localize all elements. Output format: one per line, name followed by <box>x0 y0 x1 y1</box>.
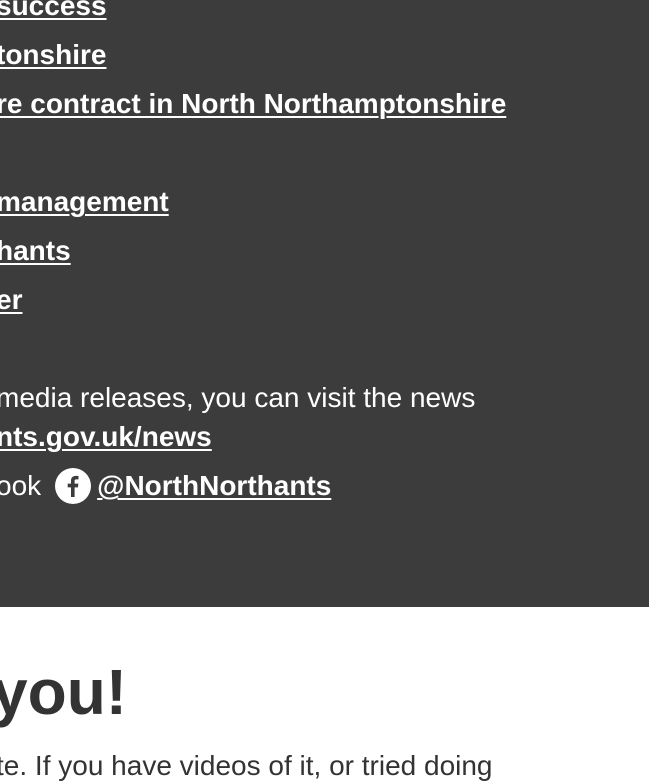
news-link-management[interactable]: management <box>0 184 169 220</box>
news-link-success[interactable]: success <box>0 0 107 24</box>
news-link-hants[interactable]: hants <box>0 233 71 269</box>
facebook-row: ook @NorthNorthants <box>0 467 331 506</box>
section-paragraph: te. If you have videos of it, or tried d… <box>0 750 493 781</box>
facebook-intro-text: ook <box>0 470 42 501</box>
facebook-icon <box>55 467 92 504</box>
news-link-tonshire[interactable]: tonshire <box>0 37 106 73</box>
news-page-link[interactable]: nts.gov.uk/news <box>0 419 212 455</box>
news-link-contract[interactable]: re contract in North Northamptonshire <box>0 86 506 122</box>
news-panel: success tonshire re contract in North No… <box>0 0 649 607</box>
facebook-handle-link[interactable]: @NorthNorthants <box>97 470 331 501</box>
section-heading: you! <box>0 656 128 728</box>
news-intro-text: media releases, you can visit the news <box>0 382 476 413</box>
news-link-er[interactable]: er <box>0 282 22 318</box>
